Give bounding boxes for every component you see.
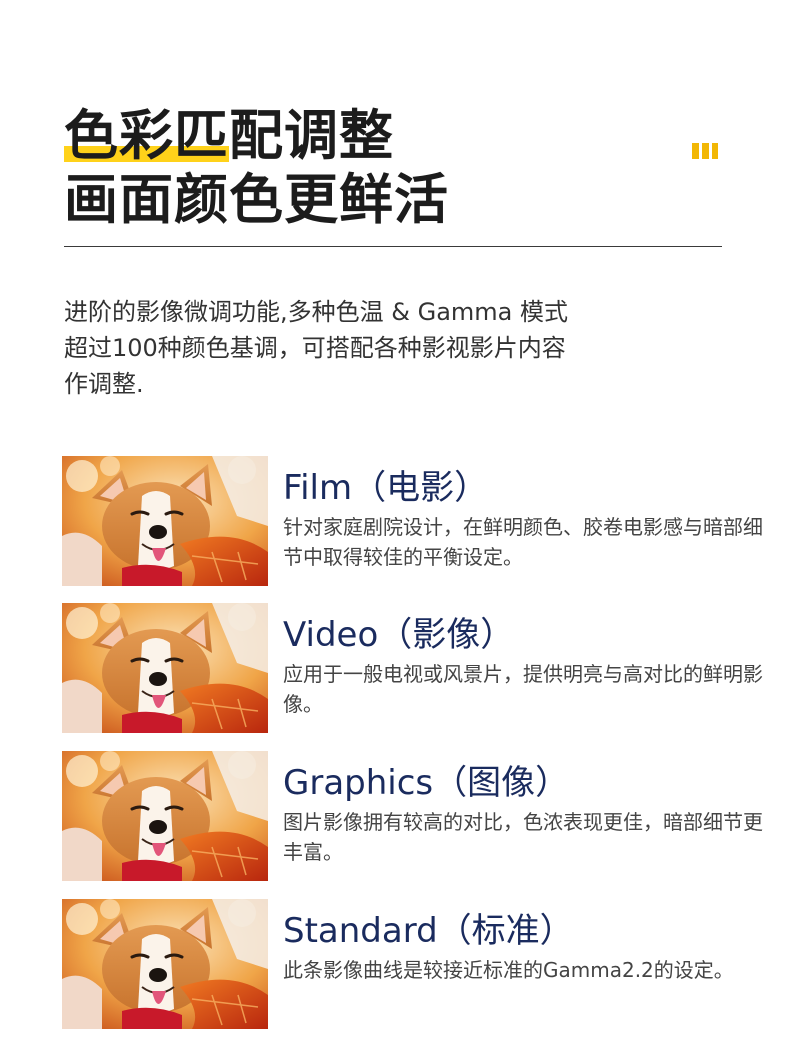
mode-title: Graphics（图像） <box>283 763 570 803</box>
mode-title: Standard（标准） <box>283 911 574 951</box>
decorative-bars-icon <box>692 143 718 159</box>
intro-line: 超过100种颜色基调，可搭配各种影视影片内容 <box>64 334 566 362</box>
mode-description: 针对家庭剧院设计，在鲜明颜色、胶卷电影感与暗部细节中取得较佳的平衡设定。 <box>283 515 763 569</box>
mode-title: Film（电影） <box>283 468 489 508</box>
mode-description: 应用于一般电视或风景片，提供明亮与高对比的鲜明影像。 <box>283 662 763 716</box>
mode-image <box>62 603 268 733</box>
mode-image <box>62 456 268 586</box>
intro-line: 作调整. <box>64 370 144 398</box>
mode-description: 此条影像曲线是较接近标准的Gamma2.2的设定。 <box>283 958 734 982</box>
headline-line-1: 色彩匹 配调整 <box>64 104 449 168</box>
mode-video: Video（影像） 应用于一般电视或风景片，提供明亮与高对比的鲜明影像。 <box>62 603 763 733</box>
headline: 色彩匹 配调整 画面颜色更鲜活 <box>64 104 449 232</box>
divider <box>64 246 722 247</box>
mode-title: Video（影像） <box>283 615 515 655</box>
intro-text: 进阶的影像微调功能,多种色温 & Gamma 模式 超过100种颜色基调，可搭配… <box>64 294 704 402</box>
mode-graphics: Graphics（图像） 图片影像拥有较高的对比，色浓表现更佳，暗部细节更丰富。 <box>62 751 763 881</box>
headline-highlight: 色彩匹 <box>64 104 229 167</box>
mode-image <box>62 899 268 1029</box>
mode-image <box>62 751 268 881</box>
intro-line: 进阶的影像微调功能,多种色温 & Gamma 模式 <box>64 298 568 326</box>
mode-standard: Standard（标准） 此条影像曲线是较接近标准的Gamma2.2的设定。 <box>62 899 762 1029</box>
headline-line-1-rest: 配调整 <box>229 104 394 167</box>
mode-film: Film（电影） 针对家庭剧院设计，在鲜明颜色、胶卷电影感与暗部细节中取得较佳的… <box>62 456 763 586</box>
mode-description: 图片影像拥有较高的对比，色浓表现更佳，暗部细节更丰富。 <box>283 810 763 864</box>
headline-line-2: 画面颜色更鲜活 <box>64 168 449 231</box>
